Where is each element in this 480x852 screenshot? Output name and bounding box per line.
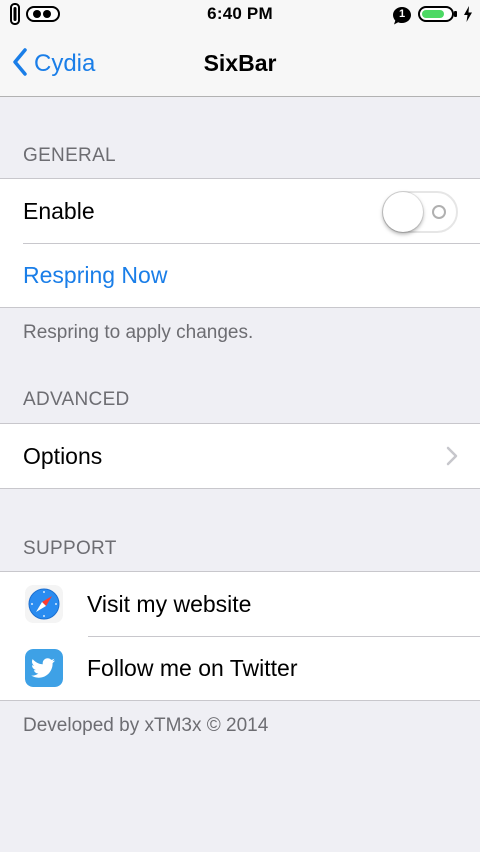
charging-bolt-icon xyxy=(464,5,472,27)
navigation-bar: Cydia SixBar xyxy=(0,32,480,97)
support-footer: Developed by xTM3x © 2014 xyxy=(23,715,269,736)
page-title: SixBar xyxy=(203,50,277,76)
general-footer: Respring to apply changes. xyxy=(23,322,254,343)
general-group: Enable Respring Now xyxy=(0,178,480,308)
safari-compass-icon xyxy=(25,585,63,623)
enable-toggle[interactable] xyxy=(382,191,458,233)
options-row[interactable]: Options xyxy=(0,424,480,488)
chevron-right-icon xyxy=(446,446,458,471)
section-header-general: GENERAL xyxy=(23,145,116,166)
enable-row: Enable xyxy=(0,179,480,243)
toggle-knob xyxy=(383,192,423,232)
enable-label: Enable xyxy=(23,197,95,224)
twitter-bird-icon xyxy=(25,649,63,687)
respring-row[interactable]: Respring Now xyxy=(0,243,480,307)
twitter-row[interactable]: Follow me on Twitter xyxy=(0,636,480,700)
screen: 6:40 PM 1 Cydia SixBar GENERAL Enable Re… xyxy=(0,0,480,852)
status-right: 1 xyxy=(392,5,472,27)
battery-icon xyxy=(418,5,458,27)
notification-count: 1 xyxy=(398,8,406,20)
support-group: Visit my website Follow me on Twitter xyxy=(0,571,480,701)
options-label: Options xyxy=(23,442,103,469)
status-bar: 6:40 PM 1 xyxy=(0,0,480,32)
advanced-group: Options xyxy=(0,423,480,489)
respring-now-button[interactable]: Respring Now xyxy=(23,262,167,289)
section-header-support: SUPPORT xyxy=(23,538,117,559)
section-header-advanced: ADVANCED xyxy=(23,389,130,410)
website-row[interactable]: Visit my website xyxy=(0,572,480,636)
visit-website-label: Visit my website xyxy=(87,590,252,617)
notification-bubble-icon: 1 xyxy=(392,6,412,26)
toggle-off-indicator-icon xyxy=(432,205,446,219)
follow-twitter-label: Follow me on Twitter xyxy=(87,654,298,681)
